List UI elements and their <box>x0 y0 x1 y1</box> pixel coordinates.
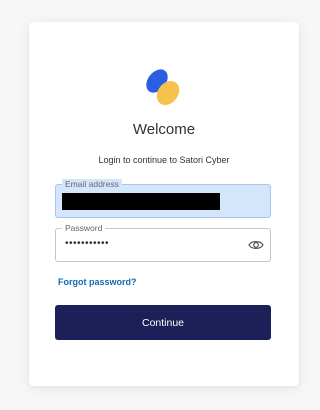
login-card: Welcome Login to continue to Satori Cybe… <box>29 22 299 386</box>
password-field[interactable]: Password ••••••••••• <box>55 223 271 262</box>
satori-logo-icon <box>146 69 180 105</box>
eye-icon[interactable] <box>248 238 264 252</box>
email-field[interactable]: Email address <box>55 179 271 218</box>
forgot-password-link[interactable]: Forgot password? <box>58 277 137 287</box>
page-subtitle: Login to continue to Satori Cyber <box>98 155 230 165</box>
page-title: Welcome <box>132 121 196 138</box>
password-field-label: Password <box>62 223 106 233</box>
email-field-label: Email address <box>62 179 122 189</box>
email-value-redacted <box>62 193 220 210</box>
password-value: ••••••••••• <box>65 238 110 249</box>
continue-button[interactable]: Continue <box>55 305 271 340</box>
